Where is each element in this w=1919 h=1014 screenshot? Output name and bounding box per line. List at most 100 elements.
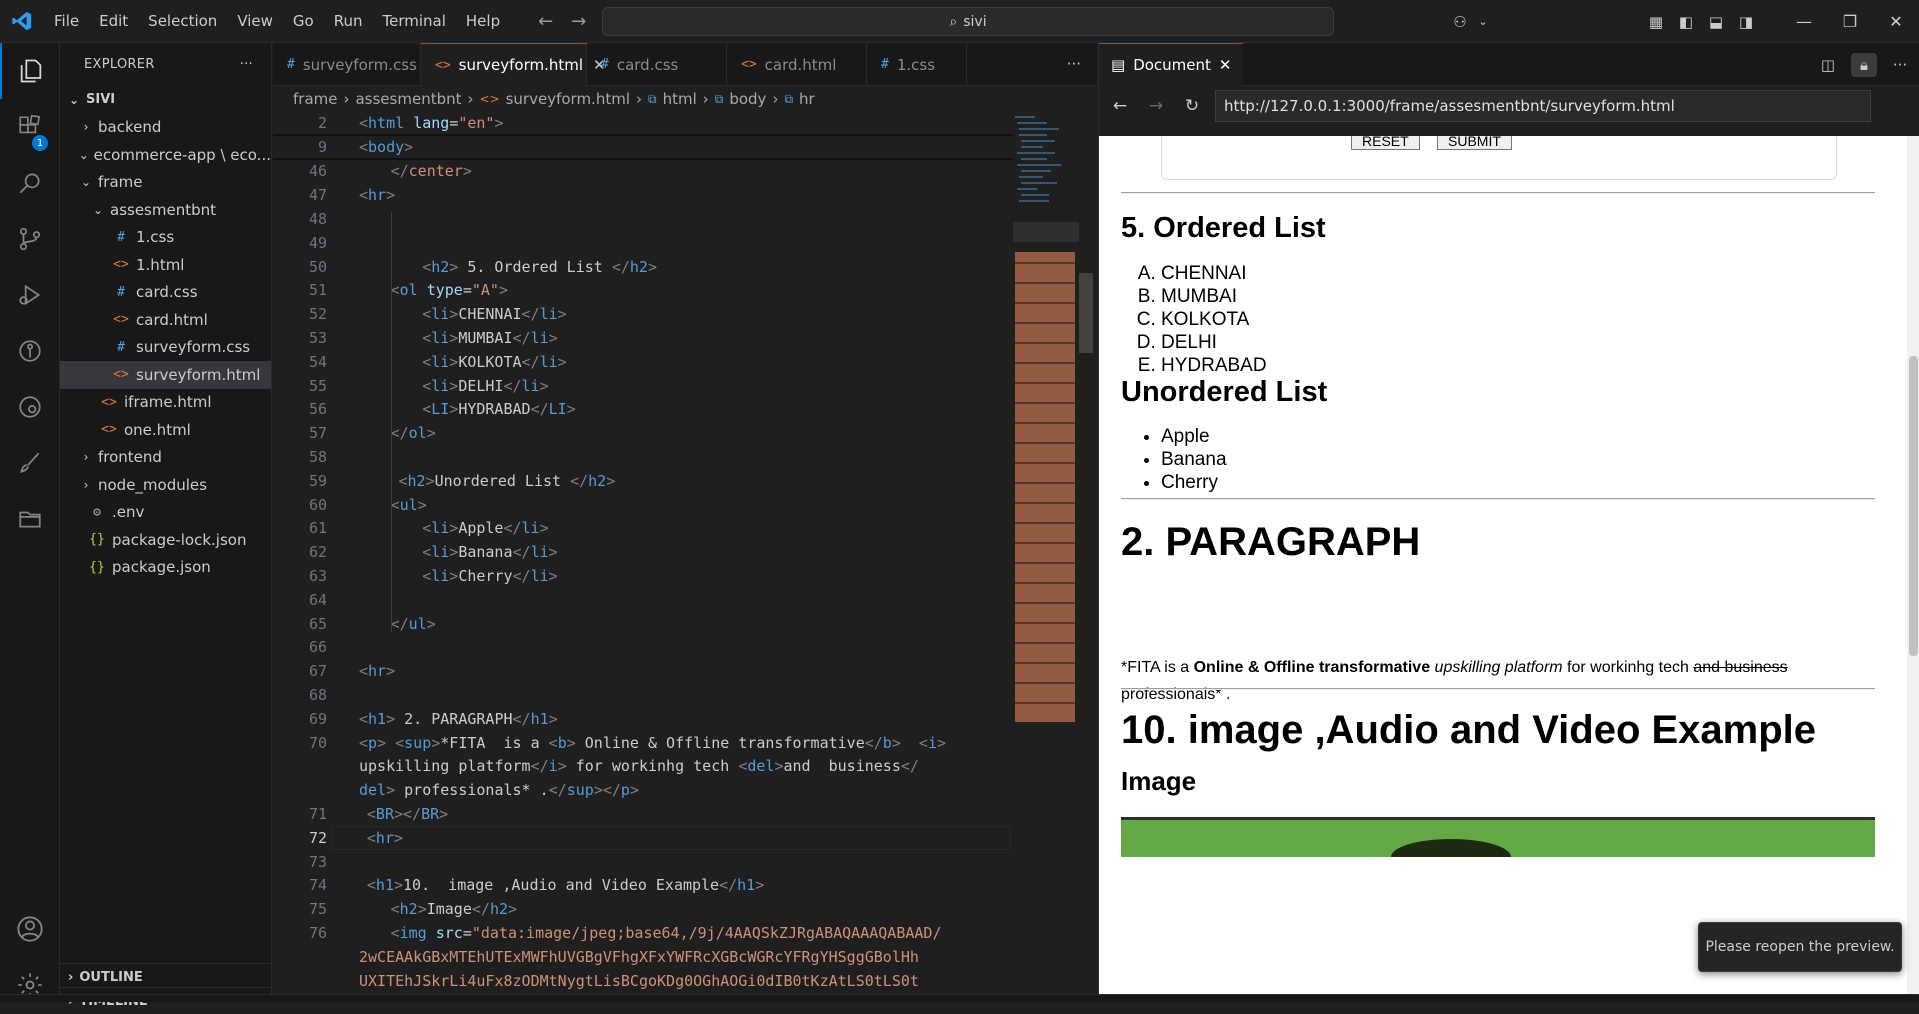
tree-file[interactable]: # surveyform.css <box>60 334 271 362</box>
breadcrumb-item[interactable]: assesmentbnt <box>355 90 461 108</box>
code-line[interactable]: 60 <ul> <box>273 493 1013 517</box>
settings-gear-icon[interactable] <box>0 957 60 1013</box>
tree-folder[interactable]: › backend <box>60 114 271 142</box>
code-line[interactable]: 67 <hr> <box>273 659 1013 683</box>
code-line[interactable]: 58 <box>273 445 1013 469</box>
code-line[interactable]: 51 <ol type="A"> <box>273 279 1013 303</box>
code-line[interactable]: 76 <img src="data:image/jpeg;base64,/9j/4… <box>273 921 1013 945</box>
code-line[interactable]: 56 <LI>HYDRABAD</LI> <box>273 398 1013 422</box>
code-line[interactable]: 59 <h2>Unordered List </h2> <box>273 469 1013 493</box>
toggle-sidebar-icon[interactable]: ◧ <box>1671 13 1701 31</box>
forward-arrow-icon[interactable]: → <box>571 11 586 32</box>
tree-file[interactable]: {} package-lock.json <box>60 526 271 554</box>
back-arrow-icon[interactable]: ← <box>1111 96 1129 116</box>
back-arrow-icon[interactable]: ← <box>538 11 553 32</box>
code-line[interactable]: 61 <li>Apple</li> <box>273 517 1013 541</box>
code-line[interactable]: 2wCEAAkGBxMTEhUTExMWFhUVGBgVFhgXFxYWFRcX… <box>273 945 1013 969</box>
tab-surveyform-html[interactable]: <> surveyform.html ✕ <box>421 43 606 86</box>
code-line[interactable]: 74 <h1>10. image ,Audio and Video Example… <box>273 874 1013 898</box>
reload-icon[interactable]: ↻ <box>1183 96 1201 116</box>
tab-surveyform-css[interactable]: # surveyform.css <box>273 43 421 86</box>
code-line[interactable]: 66 <box>273 636 1013 660</box>
customize-layout-icon[interactable]: ▦ <box>1641 13 1671 31</box>
tab-card-html[interactable]: <> card.html <box>727 43 867 86</box>
menu-item-selection[interactable]: Selection <box>138 0 227 43</box>
editor-scrollbar[interactable] <box>1079 112 1093 1002</box>
breadcrumb-item[interactable]: surveyform.html <box>506 90 630 108</box>
code-line[interactable]: 54 <li>KOLKOTA</li> <box>273 350 1013 374</box>
minimize-icon[interactable]: — <box>1781 12 1827 31</box>
breadcrumb-item[interactable]: body <box>729 90 766 108</box>
code-line[interactable]: 72 <hr> <box>273 826 1013 850</box>
tree-folder[interactable]: › frontend <box>60 444 271 472</box>
code-line[interactable]: 50 <h2> 5. Ordered List </h2> <box>273 255 1013 279</box>
scrollbar-thumb[interactable] <box>1909 356 1918 656</box>
toggle-secondary-sidebar-icon[interactable]: ◨ <box>1731 13 1761 31</box>
menu-item-terminal[interactable]: Terminal <box>373 0 456 43</box>
preview-scrollbar[interactable] <box>1907 136 1919 1002</box>
code-line[interactable]: 68 <box>273 683 1013 707</box>
minimap[interactable] <box>1013 112 1079 1002</box>
code-line[interactable]: 69 <h1> 2. PARAGRAPH</h1> <box>273 707 1013 731</box>
tree-file[interactable]: # card.css <box>60 279 271 307</box>
outline-section[interactable]: › OUTLINE <box>60 963 272 990</box>
tree-folder[interactable]: ⌄ assesmentbnt <box>60 196 271 224</box>
tree-file[interactable]: <> iframe.html <box>60 389 271 417</box>
code-line[interactable]: 71 <BR></BR> <box>273 802 1013 826</box>
code-line[interactable]: 47 <hr> <box>273 183 1013 207</box>
code-line[interactable]: 53 <li>MUMBAI</li> <box>273 326 1013 350</box>
close-icon[interactable]: ✕ <box>1219 56 1232 74</box>
tree-file[interactable]: #1.css <box>60 224 271 252</box>
explorer-icon[interactable] <box>0 43 60 99</box>
menu-item-go[interactable]: Go <box>283 0 324 43</box>
tree-file[interactable]: <> 1.html <box>60 251 271 279</box>
scrollbar-thumb[interactable] <box>1079 273 1093 353</box>
folder-icon[interactable] <box>0 491 60 547</box>
url-input[interactable]: http://127.0.0.1:3000/frame/assesmentbnt… <box>1215 90 1871 122</box>
account-icon[interactable] <box>0 901 60 957</box>
tree-folder[interactable]: › node_modules <box>60 471 271 499</box>
workspace-root[interactable]: ⌄ SIVI <box>60 86 271 114</box>
code-line[interactable]: 2 <html lang="en"> <box>273 112 1013 136</box>
tree-file[interactable]: ⚙ .env <box>60 499 271 527</box>
code-line[interactable]: 75 <h2>Image</h2> <box>273 897 1013 921</box>
code-line[interactable]: 48 <box>273 207 1013 231</box>
code-line[interactable]: 52 <li>CHENNAI</li> <box>273 302 1013 326</box>
code-line[interactable]: del> professionals* .</sup></p> <box>273 778 1013 802</box>
tree-folder[interactable]: ⌄ ecommerce-app \ eco... <box>60 141 271 169</box>
code-line[interactable]: 46 </center> <box>273 160 1013 184</box>
breadcrumb-item[interactable]: html <box>663 90 697 108</box>
close-window-icon[interactable]: ✕ <box>1873 12 1919 31</box>
source-control-icon[interactable] <box>0 211 60 267</box>
tree-file[interactable]: <> surveyform.html <box>60 361 271 389</box>
chevron-down-icon[interactable]: ⌄ <box>1475 15 1491 28</box>
code-line[interactable]: 55 <li>DELHI</li> <box>273 374 1013 398</box>
code-line[interactable]: 57 </ol> <box>273 421 1013 445</box>
code-line[interactable]: 63 <li>Cherry</li> <box>273 564 1013 588</box>
code-line[interactable]: 70 <p> <sup>*FITA is a <b> Online & Offli… <box>273 731 1013 755</box>
more-actions-icon[interactable]: ··· <box>1067 55 1081 73</box>
run-debug-icon[interactable] <box>0 267 60 323</box>
tree-file[interactable]: <> card.html <box>60 306 271 334</box>
code-line[interactable]: 65 </ul> <box>273 612 1013 636</box>
more-actions-icon[interactable]: ··· <box>240 57 253 72</box>
reset-button[interactable]: RESET <box>1351 136 1420 150</box>
breadcrumb-item[interactable]: hr <box>799 90 815 108</box>
code-line[interactable]: 62 <li>Banana</li> <box>273 540 1013 564</box>
remote-explorer-icon[interactable] <box>0 379 60 435</box>
extensions-icon[interactable]: 1 <box>0 99 60 155</box>
code-editor[interactable]: 2 <html lang="en"> 9 <body> 46 </center> 47 <hr… <box>273 112 1013 1002</box>
command-center-search[interactable]: ⌕ sivi <box>602 7 1334 36</box>
tab-document[interactable]: ▤ Document ✕ <box>1099 42 1244 86</box>
submit-button[interactable]: SUBMIT <box>1437 136 1512 150</box>
code-line[interactable]: 64 <box>273 588 1013 612</box>
menu-item-run[interactable]: Run <box>324 0 373 43</box>
toggle-panel-icon[interactable]: ⬓ <box>1701 13 1731 31</box>
forward-arrow-icon[interactable]: → <box>1147 96 1165 116</box>
tree-folder[interactable]: ⌄ frame <box>60 169 271 197</box>
paint-brush-icon[interactable] <box>0 435 60 491</box>
code-line[interactable]: UXITEhJSkrLi4uFx8zODMtNygtLisBCgoKDg0OGh… <box>273 969 1013 993</box>
search-icon[interactable] <box>0 155 60 211</box>
code-line[interactable]: upskilling platform</i> for workinhg tec… <box>273 755 1013 779</box>
restore-icon[interactable]: ❐ <box>1827 12 1873 31</box>
